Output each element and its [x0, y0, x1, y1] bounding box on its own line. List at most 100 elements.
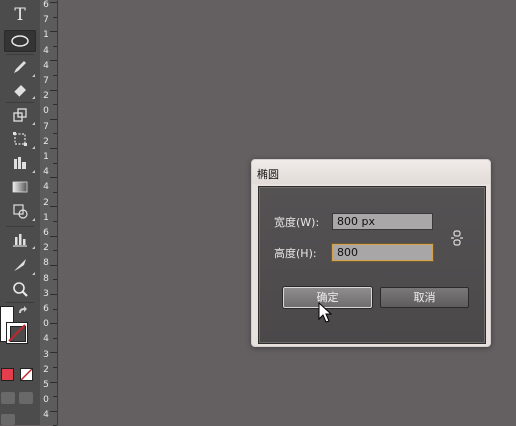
- ruler-label: 4: [43, 167, 49, 177]
- gradient-tool[interactable]: [4, 176, 36, 198]
- ruler-tick: [53, 279, 57, 280]
- height-field[interactable]: 800: [332, 244, 433, 261]
- ruler-label: 0: [43, 106, 49, 116]
- ruler-tick: [53, 309, 57, 310]
- shape-builder-tool[interactable]: [4, 152, 36, 174]
- eraser-tool[interactable]: [4, 78, 36, 100]
- ruler-tick: [50, 2, 57, 3]
- ruler-label: 1: [43, 152, 49, 162]
- pencil-tool[interactable]: [4, 56, 36, 78]
- width-field[interactable]: 800 px: [332, 213, 433, 230]
- zoom-tool[interactable]: [4, 278, 36, 300]
- ruler-label: 2: [43, 198, 49, 208]
- ruler-tick: [50, 60, 57, 61]
- ruler-tick: [50, 119, 57, 120]
- live-paint-icon: [13, 204, 28, 219]
- pencil-icon: [14, 61, 26, 73]
- ruler-tick: [50, 265, 57, 266]
- graph-tool[interactable]: [4, 228, 36, 250]
- swap-fill-stroke-icon[interactable]: [17, 305, 29, 317]
- none-mode-button[interactable]: [20, 368, 33, 381]
- ruler-label: 4: [43, 334, 49, 344]
- ruler-tick: [50, 352, 57, 353]
- ellipse-dialog: 椭圆 宽度(W): 800 px 高度(H): 800 确定 取消: [251, 159, 491, 347]
- dialog-titlebar[interactable]: 椭圆: [252, 160, 490, 184]
- cancel-button[interactable]: 取消: [380, 287, 469, 308]
- screen-mode-button[interactable]: [19, 392, 33, 404]
- ruler-tick: [50, 31, 57, 32]
- color-mode-button[interactable]: [1, 368, 14, 381]
- ruler-label: 4: [43, 61, 49, 71]
- ruler-label: 4: [43, 46, 49, 56]
- slice-tool[interactable]: [4, 254, 36, 276]
- ruler-label: 4: [43, 410, 49, 420]
- gradient-icon: [12, 181, 28, 193]
- free-transform-tool[interactable]: [4, 128, 36, 150]
- ruler-label: 2: [43, 91, 49, 101]
- ruler-label: 1: [43, 30, 49, 40]
- ruler-label: 8: [43, 274, 49, 284]
- ruler-label: 6: [43, 304, 49, 314]
- ruler-tick: [53, 396, 57, 397]
- ruler-tick: [53, 163, 57, 164]
- ruler-label: 7: [43, 15, 49, 25]
- eraser-icon: [13, 85, 26, 98]
- ruler-label: 0: [43, 395, 49, 405]
- free-transform-icon: [13, 132, 27, 146]
- ruler-tick: [53, 367, 57, 368]
- ruler-tick: [50, 177, 57, 178]
- ruler-tick: [53, 338, 57, 339]
- ruler-tick: [53, 75, 57, 76]
- ruler-label: 5: [43, 380, 49, 390]
- live-paint-tool[interactable]: [4, 200, 36, 222]
- ruler-label: 7: [43, 76, 49, 86]
- ellipse-tool[interactable]: [4, 30, 36, 52]
- stroke-swatch[interactable]: [6, 322, 28, 344]
- ruler-tick: [53, 250, 57, 251]
- ruler-label: 4: [43, 182, 49, 192]
- ruler-tick: [53, 133, 57, 134]
- ruler-label: 1: [43, 213, 49, 223]
- ruler-label: 3: [43, 289, 49, 299]
- ruler-tick: [50, 323, 57, 324]
- scale-tool[interactable]: [4, 104, 36, 126]
- ruler-tick: [53, 221, 57, 222]
- ruler-tick: [50, 236, 57, 237]
- bar-graph-icon: [13, 234, 27, 247]
- shape-builder-icon: [14, 157, 26, 169]
- ruler-tick: [50, 382, 57, 383]
- ruler-tick: [53, 104, 57, 105]
- width-label: 宽度(W):: [274, 216, 320, 229]
- height-label: 高度(H):: [274, 247, 317, 260]
- ruler-label: 7: [43, 122, 49, 132]
- mouse-cursor-icon: [318, 302, 332, 323]
- ruler-tick: [50, 294, 57, 295]
- scale-icon: [13, 108, 27, 122]
- ruler-tick: [50, 206, 57, 207]
- ruler-label: 0: [43, 319, 49, 329]
- slice-icon: [14, 259, 26, 271]
- ruler-label: 6: [43, 0, 49, 10]
- ruler-label: 2: [43, 365, 49, 375]
- ruler-tick: [53, 192, 57, 193]
- ruler-label: 6: [43, 228, 49, 238]
- draw-mode-button[interactable]: [1, 392, 15, 404]
- constrain-proportions-icon[interactable]: [450, 230, 464, 246]
- tools-panel: T: [0, 0, 41, 425]
- ruler-tick: [50, 90, 57, 91]
- ruler-label: 2: [43, 137, 49, 147]
- ruler-tick: [50, 148, 57, 149]
- ruler-label: 8: [43, 258, 49, 268]
- dialog-body: 宽度(W): 800 px 高度(H): 800 确定 取消: [258, 186, 486, 344]
- extra-tool-button[interactable]: [1, 414, 15, 425]
- ruler-tick: [50, 411, 57, 412]
- ruler-tick: [53, 46, 57, 47]
- vertical-ruler: 6 7 1 4 4 7 2 0 7 2 1 4 4 2 1 6 2 8 8 3 6 0 4 3 2 5 0 4: [40, 0, 58, 426]
- dialog-title: 椭圆: [257, 168, 279, 181]
- magnifier-icon: [13, 282, 28, 297]
- type-icon: T: [14, 4, 26, 25]
- ruler-label: 2: [43, 243, 49, 253]
- ruler-label: 3: [43, 350, 49, 360]
- type-tool[interactable]: T: [4, 4, 36, 26]
- ruler-tick: [53, 17, 57, 18]
